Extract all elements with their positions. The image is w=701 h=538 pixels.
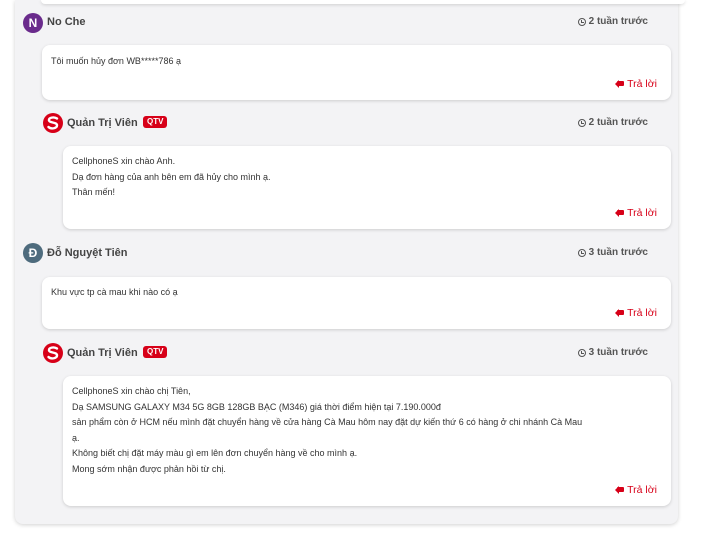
comment-text: Tôi muốn hủy đơn WB*****786 ạ — [51, 54, 181, 70]
admin-badge: QTV — [143, 346, 168, 358]
reply-label: Trả lời — [627, 207, 657, 219]
comment-author: Đỗ Nguyệt Tiên — [47, 247, 128, 259]
avatar: N — [23, 13, 43, 33]
avatar-letter: N — [28, 16, 38, 30]
reply-time-text: 3 tuần trước — [588, 347, 648, 358]
reply-icon — [615, 209, 625, 217]
clock-icon — [577, 17, 586, 26]
comment-time: 3 tuần trước — [577, 247, 648, 258]
reply-line: Thân mến! — [72, 187, 116, 197]
comment-line: Khu vực tp cà mau khi nào có ạ — [51, 287, 178, 297]
reply-text: CellphoneS xin chào chị Tiên, Dạ SAMSUNG… — [72, 384, 582, 477]
reply-line: Mong sớm nhận được phản hồi từ chị. — [72, 463, 226, 474]
reply-label: Trả lời — [627, 78, 657, 90]
reply-button[interactable]: Trả lời — [615, 484, 657, 496]
clock-icon — [577, 118, 586, 127]
previous-comment-card-edge — [41, 0, 685, 4]
comments-panel: N No Che 2 tuần trước Tôi muốn hủy đơn W… — [15, 0, 685, 524]
comment-time-text: 3 tuần trước — [588, 247, 648, 258]
reply-time: 3 tuần trước — [577, 347, 648, 358]
reply-icon — [615, 486, 625, 494]
comment-time-text: 2 tuần trước — [588, 16, 648, 27]
avatar-letter: Đ — [28, 246, 38, 260]
reply-line: Không biết chị đặt máy màu gì em lên đơn… — [72, 448, 358, 458]
comment-line: Tôi muốn hủy đơn WB*****786 ạ — [51, 56, 181, 66]
cellphones-logo-icon — [43, 343, 63, 363]
reply-line: ạ. — [72, 432, 80, 443]
reply-label: Trả lời — [627, 307, 657, 319]
reply-line: CellphoneS xin chào Anh. — [72, 156, 176, 166]
cellphones-logo-icon — [43, 113, 63, 133]
comment-author: No Che — [47, 16, 86, 28]
reply-line: Dạ đơn hàng của anh bên em đã hủy cho mì… — [72, 171, 271, 182]
admin-badge: QTV — [143, 116, 168, 128]
reply-time: 2 tuần trước — [577, 117, 648, 128]
reply-author: Quản Trị Viên — [67, 117, 138, 129]
clock-icon — [577, 248, 586, 257]
reply-label: Trả lời — [627, 484, 657, 496]
reply-icon — [615, 309, 625, 317]
reply-button[interactable]: Trả lời — [615, 78, 657, 90]
comment-card: Khu vực tp cà mau khi nào có ạ Trả lời — [42, 277, 671, 329]
reply-button[interactable]: Trả lời — [615, 207, 657, 219]
reply-time-text: 2 tuần trước — [588, 117, 648, 128]
reply-card: CellphoneS xin chào Anh. Dạ đơn hàng của… — [63, 146, 671, 229]
comment-text: Khu vực tp cà mau khi nào có ạ — [51, 285, 178, 301]
reply-text: CellphoneS xin chào Anh. Dạ đơn hàng của… — [72, 154, 271, 201]
reply-line: sản phẩm còn ở HCM nếu mình đặt chuyển h… — [72, 417, 583, 427]
reply-button[interactable]: Trả lời — [615, 307, 657, 319]
reply-line: Dạ SAMSUNG GALAXY M34 5G 8GB 128GB BẠC (… — [72, 401, 441, 412]
clock-icon — [577, 348, 586, 357]
reply-line: CellphoneS xin chào chị Tiên, — [72, 386, 191, 396]
reply-author: Quản Trị Viên — [67, 347, 138, 359]
reply-icon — [615, 80, 625, 88]
comment-time: 2 tuần trước — [577, 16, 648, 27]
reply-card: CellphoneS xin chào chị Tiên, Dạ SAMSUNG… — [63, 376, 671, 506]
avatar: Đ — [23, 243, 43, 263]
comment-card: Tôi muốn hủy đơn WB*****786 ạ Trả lời — [42, 45, 671, 100]
